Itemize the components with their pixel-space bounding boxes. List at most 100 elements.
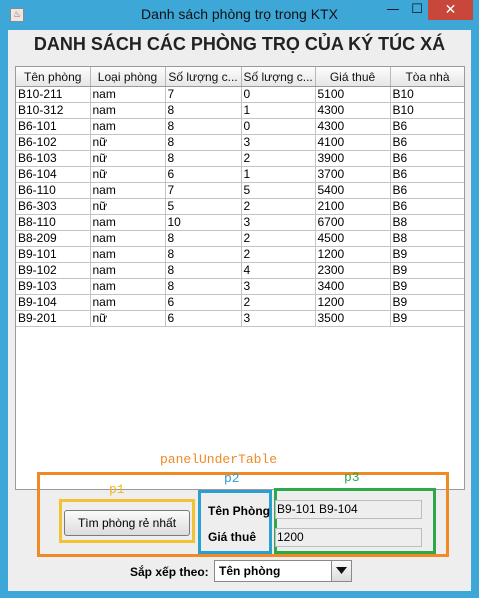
cell-room-name[interactable]: B6-303 <box>16 198 91 215</box>
cell-room-type[interactable]: nam <box>90 214 166 231</box>
cell-room-name[interactable]: B9-103 <box>16 278 91 295</box>
room-table[interactable]: Tên phòng Loại phòng Số lượng c... Số lư… <box>16 67 464 327</box>
column-header-room-name[interactable]: Tên phòng <box>16 67 91 87</box>
find-cheapest-room-button[interactable]: Tìm phòng rẻ nhất <box>64 510 190 536</box>
cell-occupancy[interactable]: 2 <box>241 150 316 167</box>
cell-price[interactable]: 4500 <box>315 230 391 247</box>
cell-capacity[interactable]: 8 <box>165 134 242 151</box>
table-row[interactable]: B6-101 nam 8 0 4300 B6 <box>16 118 464 135</box>
title-bar[interactable]: ♨ Danh sách phòng trọ trong KTX — ☐ ✕ <box>0 0 479 30</box>
cell-building[interactable]: B6 <box>390 118 464 135</box>
cell-room-name[interactable]: B9-101 <box>16 246 91 263</box>
cell-price[interactable]: 4300 <box>315 118 391 135</box>
close-button[interactable]: ✕ <box>428 0 473 20</box>
cell-price[interactable]: 5100 <box>315 86 391 103</box>
table-row[interactable]: B9-101 nam 8 2 1200 B9 <box>16 246 464 263</box>
cell-occupancy[interactable]: 3 <box>241 214 316 231</box>
cell-capacity[interactable]: 8 <box>165 278 242 295</box>
column-header-price[interactable]: Giá thuê <box>315 67 391 87</box>
cell-room-type[interactable]: nữ <box>90 134 166 151</box>
cell-price[interactable]: 3400 <box>315 278 391 295</box>
cell-price[interactable]: 4300 <box>315 102 391 119</box>
room-table-scrollpane[interactable]: Tên phòng Loại phòng Số lượng c... Số lư… <box>15 66 465 490</box>
table-row[interactable]: B10-312 nam 8 1 4300 B10 <box>16 102 464 119</box>
cell-building[interactable]: B9 <box>390 278 464 295</box>
cell-price[interactable]: 5400 <box>315 182 391 199</box>
cell-occupancy[interactable]: 4 <box>241 262 316 279</box>
cell-room-type[interactable]: nam <box>90 246 166 263</box>
cell-room-type[interactable]: nam <box>90 102 166 119</box>
cell-room-type[interactable]: nữ <box>90 166 166 183</box>
cell-room-type[interactable]: nữ <box>90 310 166 327</box>
cell-capacity[interactable]: 7 <box>165 182 242 199</box>
cell-price[interactable]: 2100 <box>315 198 391 215</box>
cell-room-name[interactable]: B6-101 <box>16 118 91 135</box>
cell-building[interactable]: B6 <box>390 198 464 215</box>
cell-room-name[interactable]: B6-110 <box>16 182 91 199</box>
dropdown-arrow-button[interactable] <box>331 561 351 581</box>
table-row[interactable]: B9-102 nam 8 4 2300 B9 <box>16 262 464 279</box>
cell-occupancy[interactable]: 1 <box>241 166 316 183</box>
table-row[interactable]: B10-211 nam 7 0 5100 B10 <box>16 86 464 103</box>
cell-occupancy[interactable]: 2 <box>241 198 316 215</box>
cell-room-name[interactable]: B9-102 <box>16 262 91 279</box>
cell-room-type[interactable]: nam <box>90 118 166 135</box>
cell-price[interactable]: 6700 <box>315 214 391 231</box>
cell-capacity[interactable]: 10 <box>165 214 242 231</box>
cell-building[interactable]: B6 <box>390 166 464 183</box>
column-header-capacity[interactable]: Số lượng c... <box>165 67 242 87</box>
cell-occupancy[interactable]: 0 <box>241 118 316 135</box>
cell-capacity[interactable]: 8 <box>165 118 242 135</box>
table-row[interactable]: B6-110 nam 7 5 5400 B6 <box>16 182 464 199</box>
column-header-occupancy[interactable]: Số lượng c... <box>241 67 316 87</box>
column-header-room-type[interactable]: Loại phòng <box>90 67 166 87</box>
cell-capacity[interactable]: 8 <box>165 230 242 247</box>
cell-capacity[interactable]: 5 <box>165 198 242 215</box>
table-row[interactable]: B9-103 nam 8 3 3400 B9 <box>16 278 464 295</box>
cell-occupancy[interactable]: 0 <box>241 86 316 103</box>
cell-capacity[interactable]: 6 <box>165 294 242 311</box>
table-row[interactable]: B8-110 nam 10 3 6700 B8 <box>16 214 464 231</box>
cell-building[interactable]: B10 <box>390 102 464 119</box>
cell-room-name[interactable]: B10-211 <box>16 86 91 103</box>
cell-room-type[interactable]: nam <box>90 86 166 103</box>
cell-price[interactable]: 3700 <box>315 166 391 183</box>
cell-building[interactable]: B8 <box>390 214 464 231</box>
cell-building[interactable]: B9 <box>390 310 464 327</box>
cell-room-type[interactable]: nam <box>90 230 166 247</box>
cell-occupancy[interactable]: 5 <box>241 182 316 199</box>
cell-room-name[interactable]: B9-104 <box>16 294 91 311</box>
cell-room-type[interactable]: nam <box>90 182 166 199</box>
cell-room-type[interactable]: nữ <box>90 198 166 215</box>
cell-building[interactable]: B9 <box>390 262 464 279</box>
table-row[interactable]: B8-209 nam 8 2 4500 B8 <box>16 230 464 247</box>
price-field[interactable]: 1200 <box>275 528 422 547</box>
cell-building[interactable]: B6 <box>390 150 464 167</box>
cell-room-name[interactable]: B6-104 <box>16 166 91 183</box>
cell-capacity[interactable]: 7 <box>165 86 242 103</box>
table-row[interactable]: B6-102 nữ 8 3 4100 B6 <box>16 134 464 151</box>
cell-occupancy[interactable]: 3 <box>241 278 316 295</box>
cell-price[interactable]: 3500 <box>315 310 391 327</box>
cell-building[interactable]: B9 <box>390 294 464 311</box>
cell-building[interactable]: B8 <box>390 230 464 247</box>
cell-price[interactable]: 4100 <box>315 134 391 151</box>
table-row[interactable]: B9-104 nam 6 2 1200 B9 <box>16 294 464 311</box>
cell-occupancy[interactable]: 2 <box>241 230 316 247</box>
cell-room-name[interactable]: B6-102 <box>16 134 91 151</box>
cell-occupancy[interactable]: 2 <box>241 294 316 311</box>
cell-room-type[interactable]: nữ <box>90 150 166 167</box>
cell-capacity[interactable]: 8 <box>165 150 242 167</box>
cell-building[interactable]: B9 <box>390 246 464 263</box>
cell-occupancy[interactable]: 2 <box>241 246 316 263</box>
room-name-field[interactable]: B9-101 B9-104 <box>275 500 422 519</box>
cell-room-name[interactable]: B9-201 <box>16 310 91 327</box>
cell-capacity[interactable]: 8 <box>165 262 242 279</box>
cell-building[interactable]: B6 <box>390 182 464 199</box>
cell-room-name[interactable]: B8-110 <box>16 214 91 231</box>
table-row[interactable]: B6-303 nữ 5 2 2100 B6 <box>16 198 464 215</box>
table-row[interactable]: B6-103 nữ 8 2 3900 B6 <box>16 150 464 167</box>
cell-capacity[interactable]: 8 <box>165 102 242 119</box>
minimize-button[interactable]: — <box>380 0 406 20</box>
table-row[interactable]: B6-104 nữ 6 1 3700 B6 <box>16 166 464 183</box>
